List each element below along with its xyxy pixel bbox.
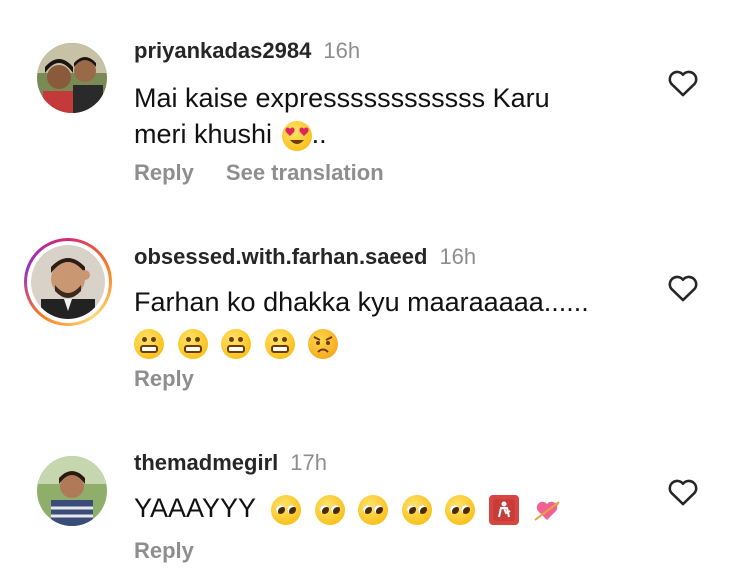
comment-header: themadmegirl 17h xyxy=(134,450,327,476)
comment-actions: Reply xyxy=(134,366,226,392)
comment-text-segment: .. xyxy=(311,119,327,149)
comment-text-line: YAAAYYY xyxy=(134,493,256,523)
see-translation-button[interactable]: See translation xyxy=(226,160,384,185)
woman-photo-avatar-icon xyxy=(37,456,107,526)
reply-button[interactable]: Reply xyxy=(134,538,194,563)
like-heart-icon[interactable] xyxy=(666,66,700,100)
comment-actions: Reply xyxy=(134,538,226,564)
grimacing-face-icon xyxy=(177,328,208,359)
heart-with-arrow-icon xyxy=(534,501,560,521)
avatar[interactable] xyxy=(37,43,107,113)
reply-button[interactable]: Reply xyxy=(134,160,194,185)
pleading-face-icon xyxy=(358,494,389,525)
comment-text: Mai kaise expressssssssssss Karu meri kh… xyxy=(134,80,550,152)
comment-text-line: meri khushi .. xyxy=(134,116,550,152)
grimacing-face-icon xyxy=(264,328,295,359)
comment-text-line: Farhan ko dhakka kyu maaraaaaa...... xyxy=(134,287,589,317)
emoji-line xyxy=(134,324,589,360)
like-heart-icon[interactable] xyxy=(666,475,700,509)
timestamp: 17h xyxy=(290,450,327,475)
timestamp: 16h xyxy=(323,38,361,63)
emoji-line xyxy=(271,490,562,526)
pleading-face-icon xyxy=(401,494,432,525)
avatar[interactable] xyxy=(37,456,107,526)
grimacing-face-icon xyxy=(221,328,252,359)
grimacing-face-icon xyxy=(134,328,164,359)
comment-actions: Reply See translation xyxy=(134,160,416,186)
man-photo-avatar-icon xyxy=(31,245,105,319)
username[interactable]: priyankadas2984 xyxy=(134,38,311,63)
comment-text: Farhan ko dhakka kyu maaraaaaa...... xyxy=(134,284,589,360)
comment-text-segment: meri khushi xyxy=(134,119,273,149)
reply-button[interactable]: Reply xyxy=(134,366,194,391)
comment-header: obsessed.with.farhan.saeed 16h xyxy=(134,244,476,270)
couple-photo-avatar-icon xyxy=(37,43,107,113)
comment-text-line: Mai kaise expressssssssssss Karu xyxy=(134,83,550,113)
comment-header: priyankadas2984 16h xyxy=(134,38,360,64)
pleading-face-icon xyxy=(271,494,302,525)
pleading-face-icon xyxy=(314,494,345,525)
story-ring[interactable] xyxy=(24,238,112,326)
heart-eyes-face-icon xyxy=(281,120,312,151)
place-of-worship-icon xyxy=(488,494,519,525)
username[interactable]: themadmegirl xyxy=(134,450,278,475)
timestamp: 16h xyxy=(439,244,477,269)
angry-face-icon xyxy=(308,328,339,359)
username[interactable]: obsessed.with.farhan.saeed xyxy=(134,244,427,269)
comment-text: YAAAYYY xyxy=(134,490,562,526)
pleading-face-icon xyxy=(445,494,476,525)
avatar xyxy=(31,245,105,319)
like-heart-icon[interactable] xyxy=(666,271,700,305)
